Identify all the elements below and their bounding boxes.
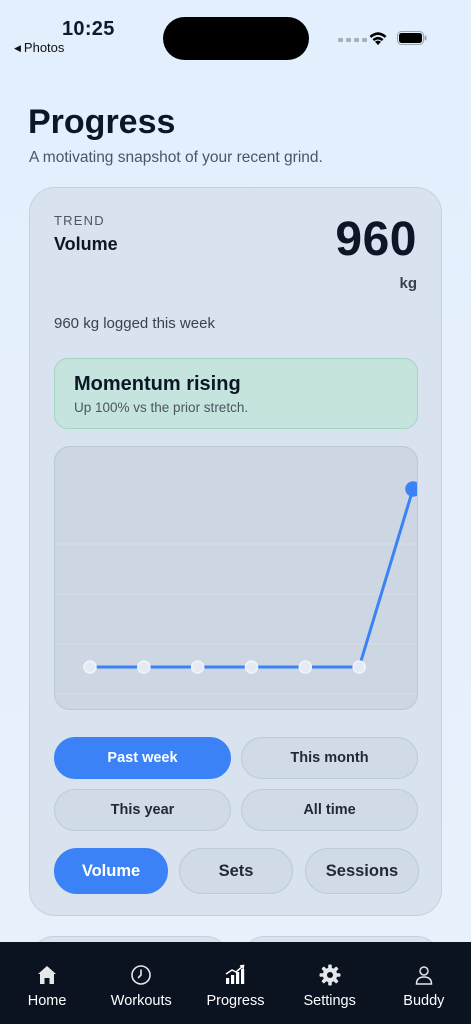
range-this-month-button[interactable]: This month: [241, 737, 418, 779]
range-this-year-button[interactable]: This year: [54, 789, 231, 831]
metric-sets-button[interactable]: Sets: [179, 848, 293, 894]
momentum-title: Momentum rising: [74, 373, 241, 395]
chart-point: [190, 660, 205, 674]
momentum-subtitle: Up 100% vs the prior stretch.: [74, 400, 249, 415]
tab-buddy[interactable]: Buddy: [377, 942, 471, 1024]
battery-icon: [397, 31, 427, 45]
metric-unit: kg: [399, 275, 417, 292]
clock-icon: [131, 965, 152, 985]
metric-name: Volume: [54, 234, 118, 254]
tab-bar: Home Workouts Progress Settings Buddy: [0, 942, 471, 1024]
status-time: 10:25: [62, 18, 115, 40]
chart-point: [244, 660, 259, 674]
metric-sessions-button[interactable]: Sessions: [305, 848, 419, 894]
trend-summary: 960 kg logged this week: [54, 315, 215, 332]
person-icon: [415, 966, 433, 985]
tab-label-home: Home: [27, 993, 67, 1009]
page-subtitle: A motivating snapshot of your recent gri…: [29, 149, 323, 166]
chart-point: [352, 660, 366, 674]
range-all-time-button[interactable]: All time: [241, 789, 418, 831]
dynamic-island: [163, 17, 309, 60]
cellular-signal-icon: [338, 38, 367, 42]
tab-label-settings: Settings: [303, 993, 356, 1009]
tab-label-progress: Progress: [206, 993, 265, 1009]
momentum-banner: Momentum rising Up 100% vs the prior str…: [54, 358, 418, 429]
metric-volume-button[interactable]: Volume: [54, 848, 168, 894]
chart-point: [137, 660, 151, 674]
trend-card: TREND Volume 960 kg 960 kg logged this w…: [29, 187, 442, 916]
tab-workouts[interactable]: Workouts: [94, 942, 188, 1024]
back-to-app-link[interactable]: ◀ Photos: [14, 40, 64, 55]
chart-point: [83, 660, 97, 674]
page-title: Progress: [28, 103, 176, 141]
tab-home[interactable]: Home: [0, 942, 94, 1024]
chart-point: [298, 660, 313, 674]
back-arrow-icon: ◀: [14, 43, 21, 53]
trend-line-chart: [55, 481, 417, 695]
tab-progress[interactable]: Progress: [188, 942, 282, 1024]
chart-point: [405, 481, 417, 497]
trend-eyebrow: TREND: [54, 213, 105, 228]
tab-settings[interactable]: Settings: [283, 942, 377, 1024]
back-app-label: Photos: [23, 40, 65, 55]
bar-chart-icon: [226, 964, 245, 984]
chart-series-line: [90, 488, 415, 669]
metric-value: 960: [335, 213, 417, 266]
tab-label-workouts: Workouts: [110, 993, 172, 1009]
wifi-icon: [369, 32, 387, 45]
status-bar: 10:25 ◀ Photos: [0, 0, 471, 70]
trend-chart: [54, 446, 418, 710]
home-icon: [38, 966, 57, 984]
tab-label-buddy: Buddy: [403, 993, 445, 1009]
gear-icon: [319, 964, 341, 986]
range-past-week-button[interactable]: Past week: [54, 737, 231, 779]
